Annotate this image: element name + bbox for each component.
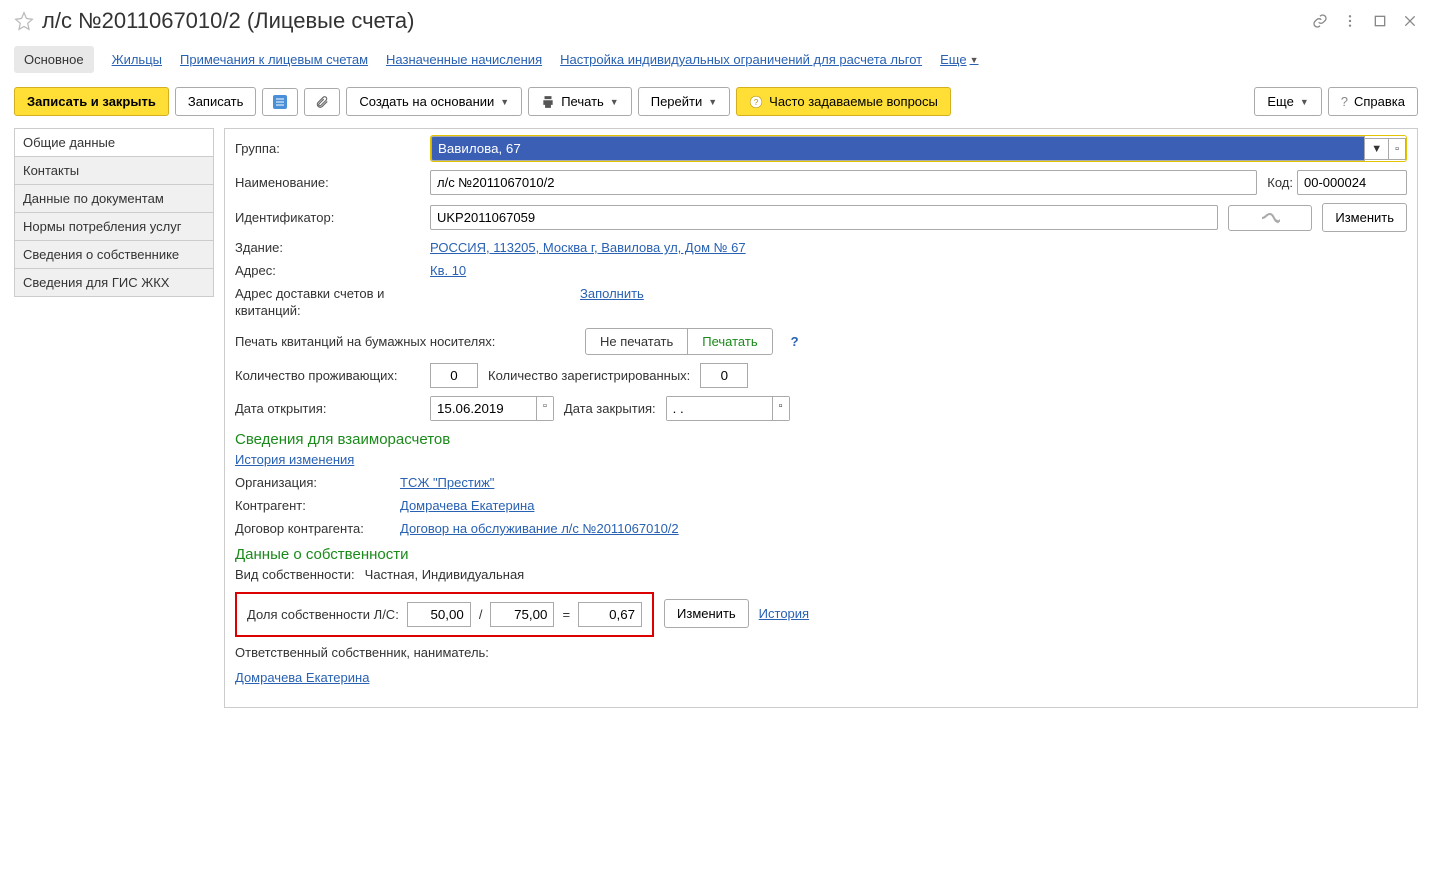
page-title: л/с №2011067010/2 (Лицевые счета) xyxy=(42,8,1312,34)
code-input[interactable] xyxy=(1297,170,1407,195)
group-open-icon[interactable]: ▫ xyxy=(1389,138,1406,160)
group-dropdown-icon[interactable]: ▼ xyxy=(1365,138,1389,160)
label-delivery: Адрес доставки счетов и квитанций: xyxy=(235,286,420,320)
kebab-icon[interactable] xyxy=(1342,13,1358,29)
group-input[interactable] xyxy=(431,136,1365,161)
nav-tab-notes[interactable]: Примечания к лицевым счетам xyxy=(180,52,368,67)
registered-input[interactable] xyxy=(700,363,748,388)
faq-button[interactable]: ?Часто задаваемые вопросы xyxy=(736,87,951,116)
print-button[interactable]: Печать ▼ xyxy=(528,87,632,116)
ownership-type-value: Частная, Индивидуальная xyxy=(365,567,525,582)
more-button[interactable]: Еще ▼ xyxy=(1254,87,1321,116)
label-counterparty: Контрагент: xyxy=(235,498,390,513)
help-question-icon[interactable]: ? xyxy=(791,334,799,349)
attach-icon-button[interactable] xyxy=(304,88,340,116)
toggle-dont-print[interactable]: Не печатать xyxy=(586,329,688,354)
settlement-section-title: Сведения для взаиморасчетов xyxy=(235,431,1407,448)
sidebar-item-docs[interactable]: Данные по документам xyxy=(14,184,214,213)
building-link[interactable]: РОССИЯ, 113205, Москва г, Вавилова ул, Д… xyxy=(430,240,746,255)
label-contract: Договор контрагента: xyxy=(235,521,390,536)
nav-tab-limits[interactable]: Настройка индивидуальных ограничений для… xyxy=(560,52,922,67)
share-highlight-box: Доля собственности Л/С: / = xyxy=(235,592,654,637)
open-date-calendar-icon[interactable]: ▫ xyxy=(536,397,553,420)
toggle-do-print[interactable]: Печатать xyxy=(688,329,771,354)
label-org: Организация: xyxy=(235,475,390,490)
label-group: Группа: xyxy=(235,141,420,156)
living-input[interactable] xyxy=(430,363,478,388)
name-input[interactable] xyxy=(430,170,1257,195)
divide-sign: / xyxy=(479,607,483,622)
identifier-arrow-button[interactable] xyxy=(1228,205,1312,231)
sidebar-item-general[interactable]: Общие данные xyxy=(14,128,214,157)
nav-tab-tenants[interactable]: Жильцы xyxy=(112,52,162,67)
label-print-paper: Печать квитанций на бумажных носителях: xyxy=(235,334,575,349)
nav-tab-assigned[interactable]: Назначенные начисления xyxy=(386,52,542,67)
star-icon[interactable] xyxy=(14,11,42,31)
history-link[interactable]: История изменения xyxy=(235,452,354,467)
close-date-calendar-icon[interactable]: ▫ xyxy=(772,397,789,420)
sidebar-item-owner[interactable]: Сведения о собственнике xyxy=(14,240,214,269)
label-share: Доля собственности Л/С: xyxy=(247,607,399,622)
label-living: Количество проживающих: xyxy=(235,368,420,383)
share-numerator-input[interactable] xyxy=(407,602,471,627)
fill-link[interactable]: Заполнить xyxy=(580,286,644,301)
share-denominator-input[interactable] xyxy=(490,602,554,627)
list-icon-button[interactable] xyxy=(262,88,298,116)
label-building: Здание: xyxy=(235,240,420,255)
label-resp-owner: Ответственный собственник, наниматель: xyxy=(235,645,489,662)
goto-button[interactable]: Перейти ▼ xyxy=(638,87,730,116)
nav-tab-main[interactable]: Основное xyxy=(14,46,94,73)
help-button[interactable]: ? Справка xyxy=(1328,87,1418,116)
close-icon[interactable] xyxy=(1402,13,1418,29)
save-button[interactable]: Записать xyxy=(175,87,257,116)
org-link[interactable]: ТСЖ "Престиж" xyxy=(400,475,494,490)
equals-sign: = xyxy=(562,607,570,622)
create-based-button[interactable]: Создать на основании ▼ xyxy=(346,87,522,116)
address-link[interactable]: Кв. 10 xyxy=(430,263,466,278)
group-input-wrap: ▼ ▫ xyxy=(430,135,1407,162)
share-change-button[interactable]: Изменить xyxy=(664,599,749,628)
ownership-section-title: Данные о собственности xyxy=(235,546,1407,563)
resp-owner-link[interactable]: Домрачева Екатерина xyxy=(235,670,369,685)
label-registered: Количество зарегистрированных: xyxy=(488,368,690,383)
counterparty-link[interactable]: Домрачева Екатерина xyxy=(400,498,534,513)
label-ownership-type: Вид собственности: xyxy=(235,567,355,582)
close-date-input[interactable] xyxy=(667,397,772,420)
share-result-input[interactable] xyxy=(578,602,642,627)
sidebar-item-contacts[interactable]: Контакты xyxy=(14,156,214,185)
share-history-link[interactable]: История xyxy=(759,606,809,621)
label-identifier: Идентификатор: xyxy=(235,210,420,225)
label-name: Наименование: xyxy=(235,175,420,190)
identifier-input[interactable] xyxy=(430,205,1218,230)
link-icon[interactable] xyxy=(1312,13,1328,29)
label-address: Адрес: xyxy=(235,263,420,278)
nav-more[interactable]: Еще▼ xyxy=(940,52,978,67)
label-close-date: Дата закрытия: xyxy=(564,401,656,416)
identifier-change-button[interactable]: Изменить xyxy=(1322,203,1407,232)
sidebar-item-norms[interactable]: Нормы потребления услуг xyxy=(14,212,214,241)
label-code: Код: xyxy=(1267,175,1293,190)
contract-link[interactable]: Договор на обслуживание л/с №2011067010/… xyxy=(400,521,679,536)
label-open-date: Дата открытия: xyxy=(235,401,420,416)
svg-text:?: ? xyxy=(754,97,759,106)
save-close-button[interactable]: Записать и закрыть xyxy=(14,87,169,116)
sidebar-item-gis[interactable]: Сведения для ГИС ЖКХ xyxy=(14,268,214,297)
open-date-input[interactable] xyxy=(431,397,536,420)
maximize-icon[interactable] xyxy=(1372,13,1388,29)
